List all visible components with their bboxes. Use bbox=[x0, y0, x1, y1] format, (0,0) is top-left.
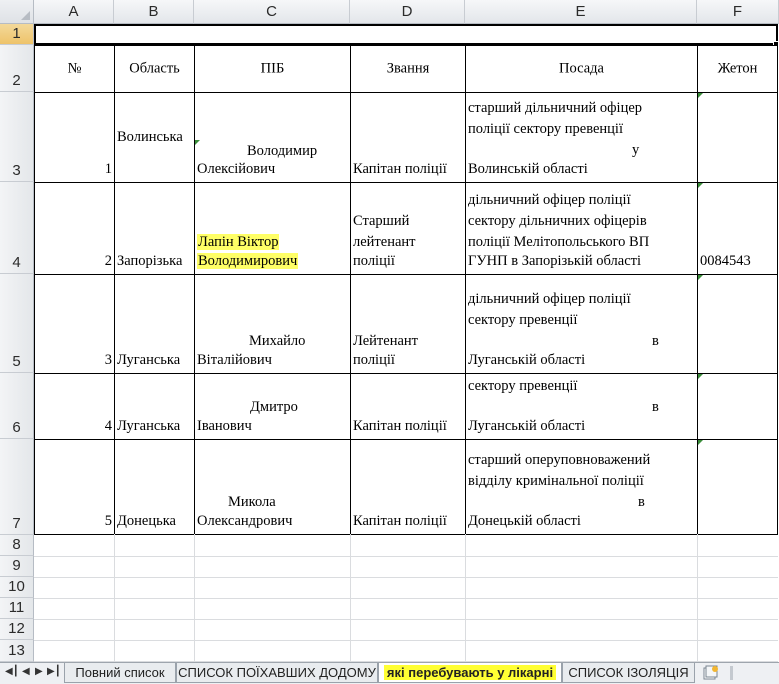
cell-region[interactable]: Волинська bbox=[115, 93, 194, 182]
column-header-f[interactable]: F bbox=[697, 0, 779, 24]
column-header-c[interactable]: C bbox=[194, 0, 350, 24]
prev-sheet-icon[interactable]: ◀ bbox=[22, 666, 30, 677]
cell-num[interactable]: 1 bbox=[35, 93, 114, 182]
row-header-8[interactable]: 8 bbox=[0, 535, 34, 556]
cell-rank[interactable]: Лейтенант поліції bbox=[351, 275, 465, 373]
cell-badge[interactable] bbox=[698, 93, 777, 182]
sheet-tab-went-home[interactable]: СПИСОК ПОЇХАВШИХ ДОДОМУ bbox=[176, 663, 378, 683]
error-indicator-icon bbox=[195, 140, 200, 145]
spreadsheet-grid[interactable]: A B C D E F 1 2 3 4 5 6 7 8 9 10 11 12 1… bbox=[0, 0, 779, 662]
row-header-5[interactable]: 5 bbox=[0, 274, 34, 373]
cell-position[interactable]: дільничний офіцер поліції сектору превен… bbox=[466, 275, 697, 373]
error-indicator-icon bbox=[698, 440, 703, 445]
cell-region[interactable]: Луганська bbox=[115, 275, 194, 373]
horizontal-scroll-splitter[interactable] bbox=[730, 666, 733, 680]
header-cell-badge[interactable]: Жетон bbox=[698, 46, 777, 92]
sheet-tab-full-list[interactable]: Повний список bbox=[64, 663, 176, 683]
cell-num[interactable]: 5 bbox=[35, 440, 114, 534]
row-header-1[interactable]: 1 bbox=[0, 24, 34, 45]
cell-region[interactable]: Донецька bbox=[115, 440, 194, 534]
row-header-7[interactable]: 7 bbox=[0, 439, 34, 535]
row-header-12[interactable]: 12 bbox=[0, 619, 34, 640]
row-header-11[interactable]: 11 bbox=[0, 598, 34, 619]
header-cell-region[interactable]: Область bbox=[115, 46, 194, 92]
cell-name[interactable]: Михайло Віталійович bbox=[195, 275, 350, 373]
border-line bbox=[777, 45, 778, 534]
row-header-4[interactable]: 4 bbox=[0, 182, 34, 274]
cell-badge[interactable] bbox=[698, 275, 777, 373]
sheet-tab-isolation[interactable]: СПИСОК ІЗОЛЯЦІЯ bbox=[562, 663, 695, 683]
first-sheet-icon[interactable]: ◀┃ bbox=[5, 666, 19, 677]
grid-line bbox=[34, 619, 778, 620]
cell-badge[interactable] bbox=[698, 440, 777, 534]
column-header-a[interactable]: A bbox=[34, 0, 114, 24]
cell-name[interactable]: Микола Олександрович bbox=[195, 440, 350, 534]
border-line bbox=[34, 534, 778, 535]
header-cell-name[interactable]: ПІБ bbox=[195, 46, 350, 92]
cell-name[interactable]: Лапін Віктор Володимирович bbox=[195, 183, 350, 274]
cell-num[interactable]: 3 bbox=[35, 275, 114, 373]
cell-badge[interactable] bbox=[698, 374, 777, 439]
sheet-tab-in-hospital[interactable]: які перебувають у лікарні bbox=[378, 663, 562, 683]
grid-line bbox=[34, 556, 778, 557]
column-header-d[interactable]: D bbox=[350, 0, 465, 24]
cell-position[interactable]: старший оперуповноважений відділу кримін… bbox=[466, 440, 697, 534]
error-indicator-icon bbox=[698, 374, 703, 379]
row-header-9[interactable]: 9 bbox=[0, 556, 34, 577]
cell-name[interactable]: Володимир Олексійович bbox=[195, 93, 350, 182]
error-indicator-icon bbox=[698, 183, 703, 188]
insert-sheet-icon[interactable] bbox=[703, 665, 719, 680]
row-header-2[interactable]: 2 bbox=[0, 45, 34, 92]
cell-num[interactable]: 4 bbox=[35, 374, 114, 439]
cell-rank[interactable]: Старший лейтенант поліції bbox=[351, 183, 465, 274]
cell-position[interactable]: сектору превенції в Луганській області bbox=[466, 374, 697, 439]
cell-rank[interactable]: Капітан поліції bbox=[351, 440, 465, 534]
error-indicator-icon bbox=[698, 93, 703, 98]
error-indicator-icon bbox=[698, 275, 703, 280]
cell-num[interactable]: 2 bbox=[35, 183, 114, 274]
column-header-b[interactable]: B bbox=[114, 0, 194, 24]
select-all-corner[interactable] bbox=[0, 0, 34, 24]
row-header-13[interactable]: 13 bbox=[0, 640, 34, 662]
row-header-10[interactable]: 10 bbox=[0, 577, 34, 598]
row-header-6[interactable]: 6 bbox=[0, 373, 34, 439]
cell-rank[interactable]: Капітан поліції bbox=[351, 93, 465, 182]
grid-line bbox=[34, 598, 778, 599]
grid-line bbox=[34, 577, 778, 578]
grid-line bbox=[34, 640, 778, 641]
cell-name[interactable]: Дмитро Іванович bbox=[195, 374, 350, 439]
column-header-e[interactable]: E bbox=[465, 0, 697, 24]
cell-region[interactable]: Запорізька bbox=[115, 183, 194, 274]
last-sheet-icon[interactable]: ▶┃ bbox=[47, 666, 61, 677]
cell-badge[interactable]: 0084543 bbox=[698, 183, 777, 274]
cell-position[interactable]: дільничний офіцер поліції сектору дільни… bbox=[466, 183, 697, 274]
row-header-3[interactable]: 3 bbox=[0, 92, 34, 182]
next-sheet-icon[interactable]: ▶ bbox=[35, 666, 43, 677]
selected-cell-range[interactable] bbox=[34, 24, 778, 45]
cell-position[interactable]: старший дільничний офіцер поліції сектор… bbox=[466, 93, 697, 182]
header-cell-num[interactable]: № bbox=[35, 46, 114, 92]
header-cell-rank[interactable]: Звання bbox=[351, 46, 465, 92]
sheet-tab-bar: ◀┃ ◀ ▶ ▶┃ Повний список СПИСОК ПОЇХАВШИХ… bbox=[0, 662, 779, 684]
header-cell-position[interactable]: Посада bbox=[466, 46, 697, 92]
cell-region[interactable]: Луганська bbox=[115, 374, 194, 439]
cell-rank[interactable]: Капітан поліції bbox=[351, 374, 465, 439]
